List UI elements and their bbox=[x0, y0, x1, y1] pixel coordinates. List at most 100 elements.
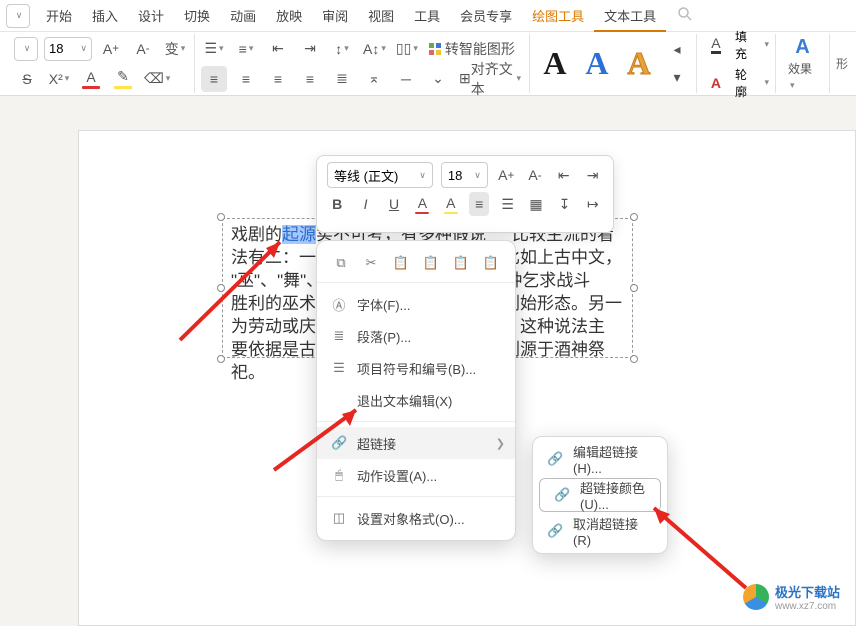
ctx-paste-text-icon[interactable]: 📋 bbox=[451, 253, 471, 273]
mini-indent-dec[interactable]: ⇤ bbox=[553, 163, 574, 187]
tab-member[interactable]: 会员专享 bbox=[450, 0, 522, 32]
tab-design[interactable]: 设计 bbox=[128, 0, 174, 32]
indent-inc[interactable]: ⇥ bbox=[297, 36, 323, 62]
tab-transition[interactable]: 切换 bbox=[174, 0, 220, 32]
mini-shrink[interactable]: A- bbox=[525, 163, 546, 187]
valign-mid[interactable]: ─ bbox=[393, 66, 419, 92]
handle-tr[interactable] bbox=[630, 213, 638, 221]
sub-remove-hyperlink[interactable]: 🔗取消超链接(R) bbox=[533, 515, 667, 547]
tab-insert[interactable]: 插入 bbox=[82, 0, 128, 32]
wordart-style-1[interactable]: A bbox=[536, 45, 574, 83]
mini-indent-inc[interactable]: ⇥ bbox=[582, 163, 603, 187]
strike[interactable]: S bbox=[14, 66, 40, 92]
line-spacing[interactable]: ↕▾ bbox=[329, 36, 355, 62]
highlight-color[interactable]: ✎ bbox=[110, 66, 136, 92]
indent-dec[interactable]: ⇤ bbox=[265, 36, 291, 62]
sub-hyperlink-color[interactable]: 🔗超链接颜色(U)... bbox=[539, 478, 661, 512]
mini-font-color[interactable]: A bbox=[412, 192, 432, 216]
context-menu: ⧉ ✂ 📋 📋 📋 📋 Ⓐ字体(F)... ≣段落(P)... ☰项目符号和编号… bbox=[316, 240, 516, 541]
tab-drawtools[interactable]: 绘图工具 bbox=[522, 0, 594, 32]
tab-texttools[interactable]: 文本工具 bbox=[594, 0, 666, 32]
search-icon[interactable] bbox=[676, 5, 698, 27]
text-direction[interactable]: A↕▾ bbox=[361, 36, 388, 62]
superscript[interactable]: X²▾ bbox=[46, 66, 72, 92]
wordart-style-2[interactable]: A bbox=[578, 45, 616, 83]
clear-format[interactable]: ⌫▾ bbox=[142, 66, 172, 92]
mini-insert-row[interactable]: ↧ bbox=[554, 192, 574, 216]
mini-font-size[interactable]: 18∨ bbox=[441, 162, 488, 188]
align-right[interactable]: ≡ bbox=[265, 66, 291, 92]
font-family-dropdown[interactable]: ∨ bbox=[14, 37, 38, 61]
mini-bullets[interactable]: ☰ bbox=[497, 192, 517, 216]
watermark: 极光下载站 www.xz7.com bbox=[743, 582, 840, 612]
ctx-copy-icon[interactable]: ⧉ bbox=[331, 253, 351, 273]
tab-animation[interactable]: 动画 bbox=[220, 0, 266, 32]
case-change[interactable]: 变▾ bbox=[162, 36, 188, 62]
mini-table[interactable]: ▦ bbox=[526, 192, 546, 216]
handle-tl[interactable] bbox=[217, 213, 225, 221]
align-distribute[interactable]: ≣ bbox=[329, 66, 355, 92]
tab-view[interactable]: 视图 bbox=[358, 0, 404, 32]
hyperlink-text[interactable]: 起源 bbox=[282, 225, 316, 244]
text-fill[interactable]: A bbox=[703, 32, 729, 58]
valign-bot[interactable]: ⌄ bbox=[425, 66, 451, 92]
align-center[interactable]: ≡ bbox=[233, 66, 259, 92]
ctx-paste-icon[interactable]: 📋 bbox=[391, 253, 411, 273]
font-size-value: 18 bbox=[49, 41, 63, 56]
format-icon: ◫ bbox=[331, 510, 347, 526]
fill-label: 填充 bbox=[735, 28, 757, 62]
bullets[interactable]: ☰▾ bbox=[201, 36, 227, 62]
ctx-bullets[interactable]: ☰项目符号和编号(B)... bbox=[317, 352, 515, 384]
mini-bold[interactable]: B bbox=[327, 192, 347, 216]
wordart-style-3[interactable]: A bbox=[620, 45, 658, 83]
ctx-paste-format-icon[interactable]: 📋 bbox=[481, 253, 501, 273]
valign-top[interactable]: ⌅ bbox=[361, 66, 387, 92]
watermark-title: 极光下载站 bbox=[775, 585, 840, 600]
ctx-hyperlink[interactable]: 🔗超链接❯ bbox=[317, 427, 515, 459]
list-icon: ☰ bbox=[331, 360, 347, 376]
mini-font-family[interactable]: 等线 (正文)∨ bbox=[327, 162, 433, 188]
mini-insert-col[interactable]: ↦ bbox=[583, 192, 603, 216]
font-icon: Ⓐ bbox=[331, 295, 347, 314]
ctx-action[interactable]: 🖱动作设置(A)... bbox=[317, 459, 515, 491]
shrink-font[interactable]: A- bbox=[130, 36, 156, 62]
ctx-cut-icon[interactable]: ✂ bbox=[361, 253, 381, 273]
ctx-font[interactable]: Ⓐ字体(F)... bbox=[317, 288, 515, 320]
tab-review[interactable]: 审阅 bbox=[312, 0, 358, 32]
mini-underline[interactable]: U bbox=[384, 192, 404, 216]
wordart-prev[interactable]: ◂ bbox=[664, 37, 690, 63]
sub-edit-hyperlink[interactable]: 🔗编辑超链接(H)... bbox=[533, 443, 667, 475]
align-text-menu[interactable]: ⊞ 对齐文本▾ bbox=[457, 66, 523, 92]
mini-align[interactable]: ≡ bbox=[469, 192, 489, 216]
font-color[interactable]: A bbox=[78, 66, 104, 92]
align-left[interactable]: ≡ bbox=[201, 66, 227, 92]
handle-bl[interactable] bbox=[217, 355, 225, 363]
mini-italic[interactable]: I bbox=[355, 192, 375, 216]
mini-toolbar: 等线 (正文)∨ 18∨ A+ A- ⇤ ⇥ B I U A A ≡ ☰ ▦ ↧… bbox=[316, 155, 614, 233]
new-dropdown[interactable]: ∨ bbox=[6, 4, 30, 28]
shape-label: 形 bbox=[836, 55, 848, 72]
link-icon: 🔗 bbox=[331, 435, 347, 451]
columns[interactable]: ▯▯▾ bbox=[394, 36, 420, 62]
handle-br[interactable] bbox=[630, 355, 638, 363]
chevron-right-icon: ❯ bbox=[496, 437, 505, 450]
ctx-exit-text[interactable]: 退出文本编辑(X) bbox=[317, 384, 515, 416]
tab-tools[interactable]: 工具 bbox=[404, 0, 450, 32]
wordart-next[interactable]: ▾ bbox=[664, 65, 690, 91]
ctx-format-object[interactable]: ◫设置对象格式(O)... bbox=[317, 502, 515, 534]
tab-slideshow[interactable]: 放映 bbox=[266, 0, 312, 32]
ctx-paste-special-icon[interactable]: 📋 bbox=[421, 253, 441, 273]
handle-ml[interactable] bbox=[217, 284, 225, 292]
tab-start[interactable]: 开始 bbox=[36, 0, 82, 32]
font-size-box[interactable]: 18∨ bbox=[44, 37, 92, 61]
grow-font[interactable]: A+ bbox=[98, 36, 124, 62]
ctx-paragraph[interactable]: ≣段落(P)... bbox=[317, 320, 515, 352]
mini-grow[interactable]: A+ bbox=[496, 163, 517, 187]
handle-mr[interactable] bbox=[630, 284, 638, 292]
numbering[interactable]: ≡▾ bbox=[233, 36, 259, 62]
text-effect[interactable]: A 效果▾ bbox=[782, 34, 823, 93]
align-justify[interactable]: ≡ bbox=[297, 66, 323, 92]
mini-highlight[interactable]: A bbox=[441, 192, 461, 216]
text-outline[interactable]: A bbox=[703, 70, 729, 96]
link-remove-icon: 🔗 bbox=[547, 523, 563, 539]
